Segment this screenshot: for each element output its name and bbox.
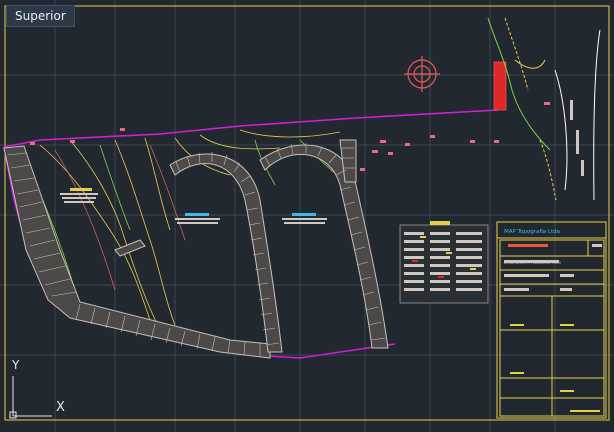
road-right[interactable] xyxy=(259,139,389,349)
road-labels xyxy=(570,100,584,176)
compass-icon xyxy=(404,56,440,92)
red-marker-block xyxy=(493,61,507,111)
ucs-x-label: X xyxy=(56,400,65,415)
cad-drawing[interactable]: MAP Topografia Ltda LEVANTAMENTO PLANIAL… xyxy=(0,0,614,432)
title-block[interactable] xyxy=(496,221,607,419)
contour-lines-red xyxy=(54,144,186,291)
ucs-y-label: Y xyxy=(12,358,20,372)
ucs-icon: Y X xyxy=(4,358,76,422)
road-left[interactable] xyxy=(3,145,271,359)
drawing-viewport[interactable]: MAP Topografia Ltda LEVANTAMENTO PLANIAL… xyxy=(0,0,614,432)
property-boundary[interactable] xyxy=(3,109,499,148)
road-spur xyxy=(114,239,146,257)
title-block-sheet-label: LEVANTAMENTO PLANIALTIMETRICO xyxy=(504,261,562,265)
annotation-blocks xyxy=(60,188,327,224)
title-block-text-bars xyxy=(504,244,602,412)
legend-block[interactable] xyxy=(399,221,489,304)
road-middle[interactable] xyxy=(169,152,283,353)
title-block-header: MAP Topografia Ltda xyxy=(504,229,560,235)
view-label[interactable]: Superior xyxy=(6,5,75,27)
